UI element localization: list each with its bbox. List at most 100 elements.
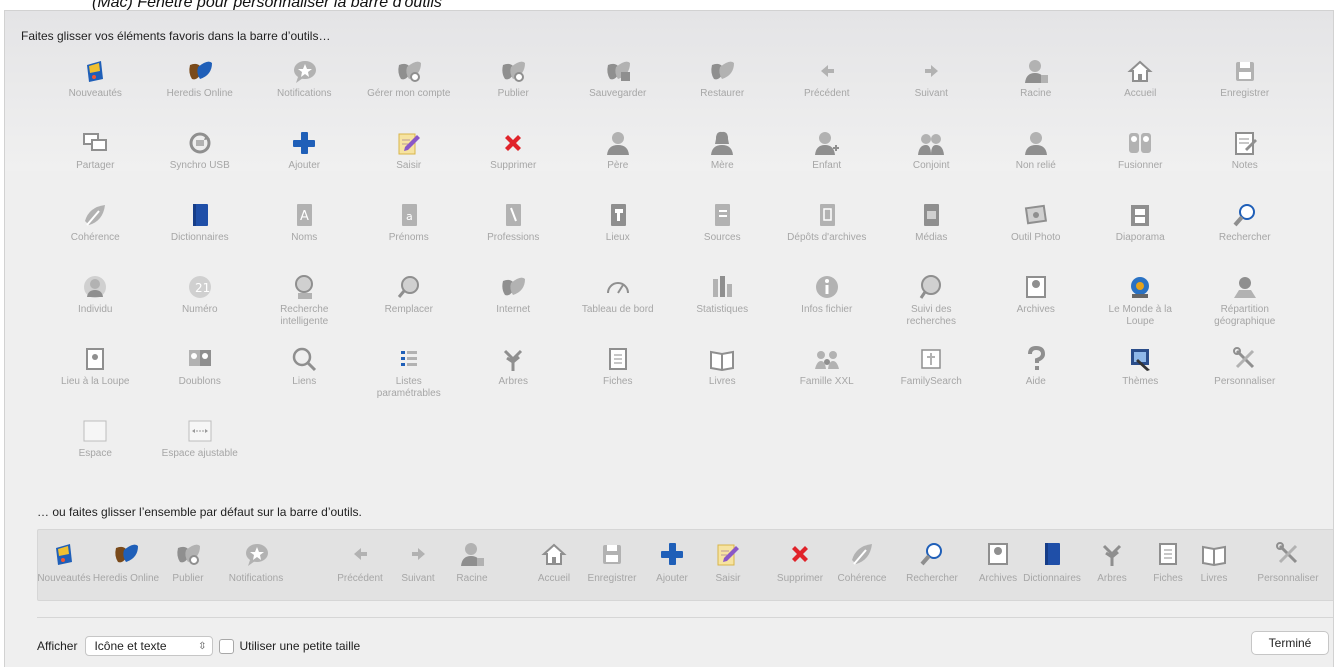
toolbar-item-depots-d-archives[interactable]: Dépôts d'archives — [775, 195, 880, 267]
display-mode-select[interactable]: Icône et texte ⇳ — [85, 636, 214, 656]
toolbar-item-gerer-mon-compte[interactable]: Gérer mon compte — [357, 51, 462, 123]
default-item-dictionnaires: Dictionnaires — [1022, 530, 1082, 600]
house-icon — [1126, 57, 1154, 85]
toolbar-item-remplacer[interactable]: Remplacer — [357, 267, 462, 339]
toolbar-item-saisir[interactable]: Saisir — [357, 123, 462, 195]
default-item-label: Heredis Online — [92, 573, 160, 584]
toolbar-item-lieux[interactable]: Lieux — [566, 195, 671, 267]
default-item-label: Livres — [1200, 573, 1228, 584]
toolbar-item-non-relie[interactable]: Non relié — [984, 123, 1089, 195]
toolbar-item-racine[interactable]: Racine — [984, 51, 1089, 123]
toolbar-item-ajouter[interactable]: Ajouter — [252, 123, 357, 195]
toolbar-item-livres[interactable]: Livres — [670, 339, 775, 411]
archives-icon — [1022, 273, 1050, 301]
toolbar-item-label: Arbres — [498, 376, 528, 387]
display-options: Afficher Icône et texte ⇳ Utiliser une p… — [37, 635, 360, 657]
toolbar-item-infos-fichier[interactable]: Infos fichier — [775, 267, 880, 339]
small-size-checkbox[interactable] — [219, 638, 235, 654]
toolbar-item-sources[interactable]: Sources — [670, 195, 775, 267]
arrow-left-icon — [346, 540, 374, 568]
toolbar-item-famille-xxl[interactable]: Famille XXL — [775, 339, 880, 411]
toolbar-item-publier[interactable]: Publier — [461, 51, 566, 123]
toolbar-item-synchro-usb[interactable]: Synchro USB — [148, 123, 253, 195]
plus-icon — [658, 540, 686, 568]
toolbar-item-noms[interactable]: A Noms — [252, 195, 357, 267]
toolbar-item-prenoms[interactable]: a Prénoms — [357, 195, 462, 267]
toolbar-item-conjoint[interactable]: Conjoint — [879, 123, 984, 195]
toolbar-item-professions[interactable]: Professions — [461, 195, 566, 267]
toolbar-item-dictionnaires[interactable]: Dictionnaires — [148, 195, 253, 267]
toolbar-item-coherence[interactable]: Cohérence — [43, 195, 148, 267]
arrow-right-icon — [917, 57, 945, 85]
leaf-gray-icon — [708, 57, 736, 85]
default-item-ajouter: Ajouter — [642, 530, 702, 600]
toolbar-item-accueil[interactable]: Accueil — [1088, 51, 1193, 123]
family-icon — [813, 345, 841, 373]
toolbar-item-espace[interactable]: Espace — [43, 411, 148, 483]
toolbar-item-notes[interactable]: Notes — [1193, 123, 1298, 195]
toolbar-item-label: Enregistrer — [1220, 88, 1270, 99]
toolbar-item-tableau-de-bord[interactable]: Tableau de bord — [566, 267, 671, 339]
toolbar-item-enfant[interactable]: Enfant — [775, 123, 880, 195]
toolbar-item-fusionner[interactable]: Fusionner — [1088, 123, 1193, 195]
film-icon — [1126, 201, 1154, 229]
toolbar-item-label: Non relié — [1015, 160, 1056, 171]
toolbar-item-notifications[interactable]: Notifications — [252, 51, 357, 123]
leaf-check-icon — [848, 540, 876, 568]
toolbar-item-sauvegarder[interactable]: Sauvegarder — [566, 51, 671, 123]
toolbar-item-fiches[interactable]: Fiches — [566, 339, 671, 411]
toolbar-item-partager[interactable]: Partager — [43, 123, 148, 195]
toolbar-item-numero[interactable]: 21 Numéro — [148, 267, 253, 339]
toolbar-item-themes[interactable]: Thèmes — [1088, 339, 1193, 411]
toolbar-item-statistiques[interactable]: Statistiques — [670, 267, 775, 339]
toolbar-item-medias[interactable]: Médias — [879, 195, 984, 267]
toolbar-item-label: Racine — [1020, 88, 1052, 99]
toolbar-item-rechercher[interactable]: Rechercher — [1193, 195, 1298, 267]
toolbar-item-suivant[interactable]: Suivant — [879, 51, 984, 123]
person-icon — [1022, 129, 1050, 157]
toolbar-item-nouveautes[interactable]: Nouveautés — [43, 51, 148, 123]
toolbar-item-palette: Nouveautés Heredis Online Notifications Gér… — [43, 51, 1313, 483]
toolbar-item-recherche-intelligente[interactable]: Recherche intelligente — [252, 267, 357, 339]
toolbar-item-espace-ajustable[interactable]: Espace ajustable — [148, 411, 253, 483]
replace-icon — [395, 273, 423, 301]
toolbar-item-familysearch[interactable]: FamilySearch — [879, 339, 984, 411]
toolbar-item-label: Statistiques — [696, 304, 749, 315]
done-button[interactable]: Terminé — [1251, 631, 1329, 655]
toolbar-item-liens[interactable]: Liens — [252, 339, 357, 411]
toolbar-item-restaurer[interactable]: Restaurer — [670, 51, 775, 123]
toolbar-item-le-monde-a-la-loupe[interactable]: Le Monde à la Loupe — [1088, 267, 1193, 339]
toolbar-item-outil-photo[interactable]: Outil Photo — [984, 195, 1089, 267]
toolbar-item-enregistrer[interactable]: Enregistrer — [1193, 51, 1298, 123]
toolbar-item-label: Remplacer — [384, 304, 433, 315]
toolbar-item-lieu-a-la-loupe[interactable]: Lieu à la Loupe — [43, 339, 148, 411]
toolbar-item-doublons[interactable]: Doublons — [148, 339, 253, 411]
nouveautes-icon — [50, 540, 78, 568]
toolbar-item-archives[interactable]: Archives — [984, 267, 1089, 339]
toolbar-item-pere[interactable]: Père — [566, 123, 671, 195]
default-item-personnaliser: Personnaliser — [1257, 530, 1319, 600]
toolbar-item-internet[interactable]: Internet — [461, 267, 566, 339]
default-item-enregistrer: Enregistrer — [582, 530, 642, 600]
toolbar-item-personnaliser[interactable]: Personnaliser — [1193, 339, 1298, 411]
search-person-icon — [290, 273, 318, 301]
default-toolbar-set[interactable]: Nouveautés Heredis Online Publier Notificat… — [37, 529, 1333, 601]
toolbar-item-supprimer[interactable]: Supprimer — [461, 123, 566, 195]
default-item-publier: Publier — [158, 530, 218, 600]
bubble-star-icon — [290, 57, 318, 85]
book-pin-icon — [604, 201, 632, 229]
toolbar-item-arbres[interactable]: Arbres — [461, 339, 566, 411]
toolbar-item-aide[interactable]: Aide — [984, 339, 1089, 411]
toolbar-item-suivi-des-recherches[interactable]: Suivi des recherches — [879, 267, 984, 339]
toolbar-item-label: Suivant — [914, 88, 948, 99]
toolbar-item-mere[interactable]: Mère — [670, 123, 775, 195]
toolbar-item-diaporama[interactable]: Diaporama — [1088, 195, 1193, 267]
themes-icon — [1126, 345, 1154, 373]
default-item-label: Rechercher — [906, 573, 958, 584]
duplicates-icon — [186, 345, 214, 373]
toolbar-item-repartition-geographique[interactable]: Répartition géographique — [1193, 267, 1298, 339]
toolbar-item-heredis-online[interactable]: Heredis Online — [148, 51, 253, 123]
toolbar-item-listes-parametrables[interactable]: Listes paramétrables — [357, 339, 462, 411]
toolbar-item-individu[interactable]: Individu — [43, 267, 148, 339]
toolbar-item-precedent[interactable]: Précédent — [775, 51, 880, 123]
